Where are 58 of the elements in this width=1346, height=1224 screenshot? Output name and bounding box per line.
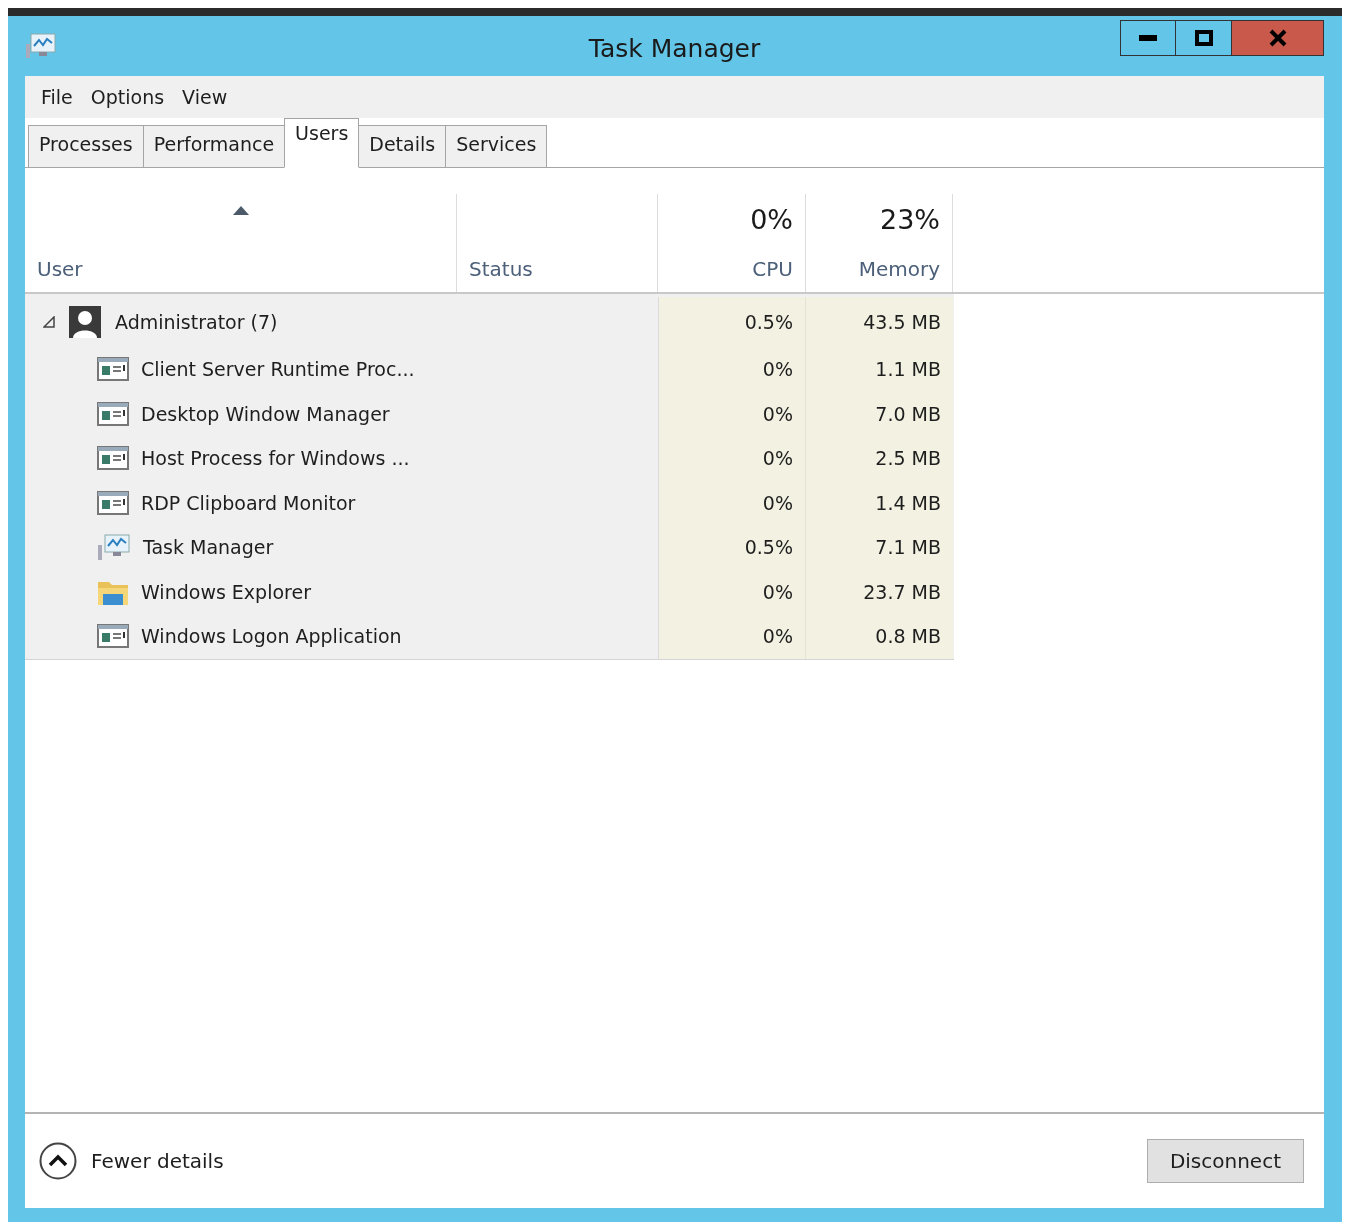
cpu-value: 0% [762, 357, 793, 382]
cpu-value: 0.5% [744, 535, 793, 560]
minimize-icon [1139, 35, 1157, 41]
tab[interactable]: Processes [28, 125, 144, 167]
expanded-arrow-icon[interactable] [43, 316, 55, 328]
tab[interactable]: Services [445, 125, 548, 167]
cpu-value: 0% [762, 490, 793, 516]
close-button[interactable] [1232, 20, 1324, 56]
menu-item[interactable]: View [176, 82, 234, 112]
app-icon [25, 32, 59, 60]
column-header[interactable]: Status [469, 254, 645, 284]
memory-value: 1.1 MB [875, 357, 941, 382]
process-name: Windows Explorer [141, 579, 311, 605]
tab[interactable]: Details [358, 125, 447, 167]
window-icon [97, 401, 129, 426]
window-icon [97, 357, 129, 382]
cpu-value: 0% [762, 401, 793, 427]
cpu-value: 0% [762, 624, 793, 649]
process-name: RDP Clipboard Monitor [141, 490, 356, 516]
column-summary: 0% [750, 202, 793, 237]
close-icon [1268, 29, 1287, 47]
user-name: Administrator (7) [115, 309, 278, 335]
tab[interactable]: Performance [142, 125, 286, 167]
user-icon [69, 306, 101, 338]
window-icon [97, 624, 129, 649]
memory-value: 1.4 MB [875, 490, 941, 516]
memory-value: 7.1 MB [875, 535, 941, 560]
column-header[interactable]: CPU [752, 254, 793, 284]
cpu-value: 0.5% [744, 309, 793, 335]
process-name: Host Process for Windows ... [141, 446, 410, 471]
process-name: Desktop Window Manager [141, 401, 390, 427]
tab[interactable]: Users [284, 118, 360, 168]
cpu-value: 0% [762, 446, 793, 471]
memory-value: 0.8 MB [875, 624, 941, 649]
process-name: Client Server Runtime Proc... [141, 357, 415, 382]
menu-item[interactable]: File [35, 82, 79, 112]
fewer-details-button[interactable]: Fewer details [39, 1142, 224, 1180]
monitor-chart-icon [97, 533, 131, 562]
column-header[interactable]: User [37, 254, 444, 284]
column-summary: 23% [880, 202, 940, 237]
disconnect-button[interactable]: Disconnect [1146, 1139, 1304, 1183]
window-icon [97, 490, 129, 515]
sort-ascending-icon [232, 206, 249, 215]
memory-value: 43.5 MB [863, 309, 941, 335]
window-icon [97, 446, 129, 471]
maximize-icon [1194, 30, 1213, 46]
memory-value: 2.5 MB [875, 446, 941, 471]
menu-item[interactable]: Options [84, 82, 171, 112]
cpu-value: 0% [762, 579, 793, 605]
process-name: Windows Logon Application [141, 624, 402, 649]
process-name: Task Manager [143, 535, 274, 560]
minimize-button[interactable] [1120, 20, 1176, 56]
memory-value: 23.7 MB [863, 579, 941, 605]
window-title: Task Manager [588, 33, 761, 65]
chevron-up-circle-icon [39, 1142, 77, 1180]
memory-value: 7.0 MB [875, 401, 941, 427]
maximize-button[interactable] [1176, 20, 1232, 56]
column-header[interactable]: Memory [858, 254, 940, 284]
